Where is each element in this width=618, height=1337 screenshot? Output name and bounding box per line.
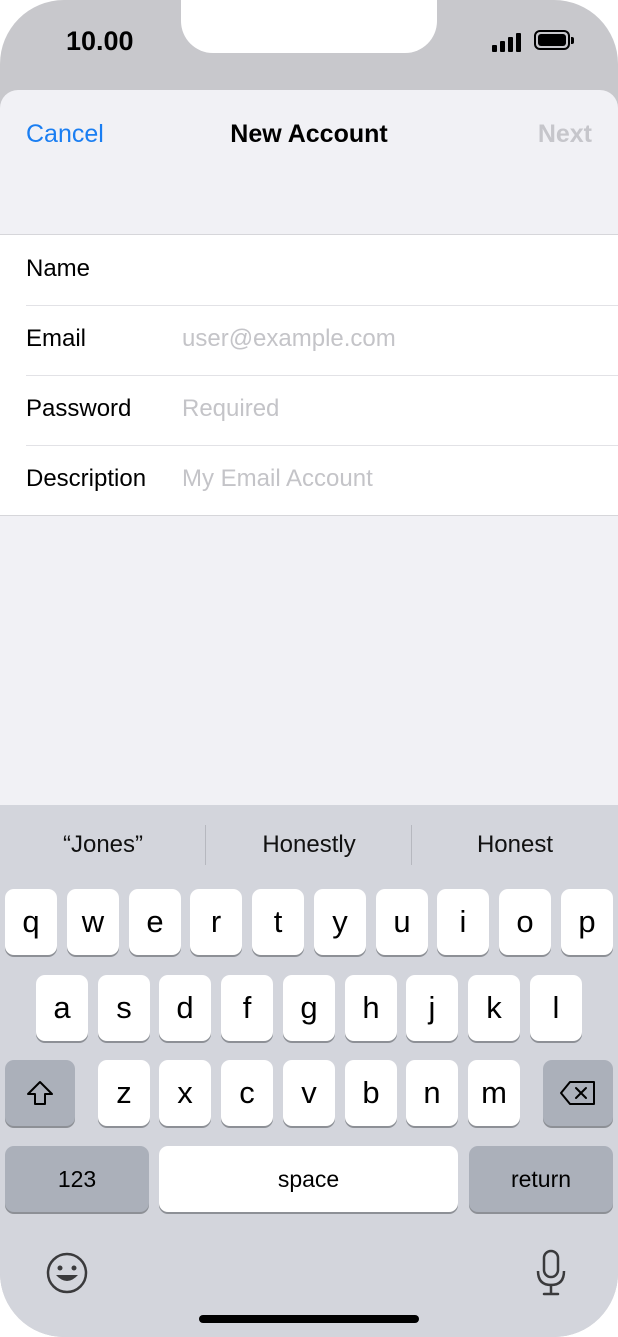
description-field[interactable]: My Email Account (182, 465, 602, 493)
key-t[interactable]: t (252, 889, 304, 955)
key-z[interactable]: z (98, 1060, 150, 1126)
key-e[interactable]: e (129, 889, 181, 955)
suggestion-3[interactable]: Honest (412, 831, 618, 859)
emoji-icon[interactable] (45, 1251, 89, 1300)
next-button[interactable]: Next (538, 120, 592, 149)
key-x[interactable]: x (159, 1060, 211, 1126)
name-row[interactable]: Name (0, 235, 618, 305)
delete-key[interactable] (543, 1060, 613, 1126)
key-j[interactable]: j (406, 975, 458, 1041)
key-u[interactable]: u (376, 889, 428, 955)
name-label: Name (26, 255, 91, 282)
description-label: Description (26, 465, 147, 492)
home-indicator[interactable] (199, 1315, 419, 1323)
delete-icon (559, 1080, 597, 1106)
suggestion-1[interactable]: “Jones” (0, 831, 206, 859)
shift-icon (25, 1078, 55, 1108)
email-field[interactable]: user@example.com (182, 325, 602, 353)
nav-bar: Cancel New Account Next (0, 90, 618, 180)
space-key[interactable]: space (159, 1146, 458, 1212)
suggestion-2[interactable]: Honestly (206, 831, 412, 859)
key-m[interactable]: m (468, 1060, 520, 1126)
notch (181, 0, 437, 53)
key-r[interactable]: r (190, 889, 242, 955)
description-row[interactable]: Description My Email Account (0, 445, 618, 515)
key-a[interactable]: a (36, 975, 88, 1041)
status-time: 10.00 (66, 26, 134, 56)
key-n[interactable]: n (406, 1060, 458, 1126)
key-d[interactable]: d (159, 975, 211, 1041)
new-account-sheet: Cancel New Account Next Name Email user@… (0, 90, 618, 805)
key-q[interactable]: q (5, 889, 57, 955)
key-p[interactable]: p (561, 889, 613, 955)
key-s[interactable]: s (98, 975, 150, 1041)
key-f[interactable]: f (221, 975, 273, 1041)
return-key[interactable]: return (469, 1146, 613, 1212)
password-row[interactable]: Password Required (0, 375, 618, 445)
email-label: Email (26, 325, 87, 352)
password-label: Password (26, 395, 132, 422)
key-v[interactable]: v (283, 1060, 335, 1126)
signal-icon (492, 32, 522, 52)
keyboard: “Jones” Honestly Honest q w e r t y u i … (0, 805, 618, 1337)
key-i[interactable]: i (437, 889, 489, 955)
key-l[interactable]: l (530, 975, 582, 1041)
key-o[interactable]: o (499, 889, 551, 955)
shift-key[interactable] (5, 1060, 75, 1126)
battery-icon (534, 30, 574, 50)
email-row[interactable]: Email user@example.com (0, 305, 618, 375)
phone-screen: 10.00 Cancel New Account Next Name Email… (0, 0, 618, 1337)
key-g[interactable]: g (283, 975, 335, 1041)
key-h[interactable]: h (345, 975, 397, 1041)
numbers-key[interactable]: 123 (5, 1146, 149, 1212)
microphone-icon[interactable] (534, 1249, 568, 1302)
key-b[interactable]: b (345, 1060, 397, 1126)
password-field[interactable]: Required (182, 395, 602, 423)
key-w[interactable]: w (67, 889, 119, 955)
key-c[interactable]: c (221, 1060, 273, 1126)
page-title: New Account (230, 120, 388, 148)
key-k[interactable]: k (468, 975, 520, 1041)
account-form: Name Email user@example.com Password Req… (0, 234, 618, 516)
key-y[interactable]: y (314, 889, 366, 955)
status-bar: 10.00 (0, 0, 618, 90)
suggestion-bar: “Jones” Honestly Honest (0, 805, 618, 889)
